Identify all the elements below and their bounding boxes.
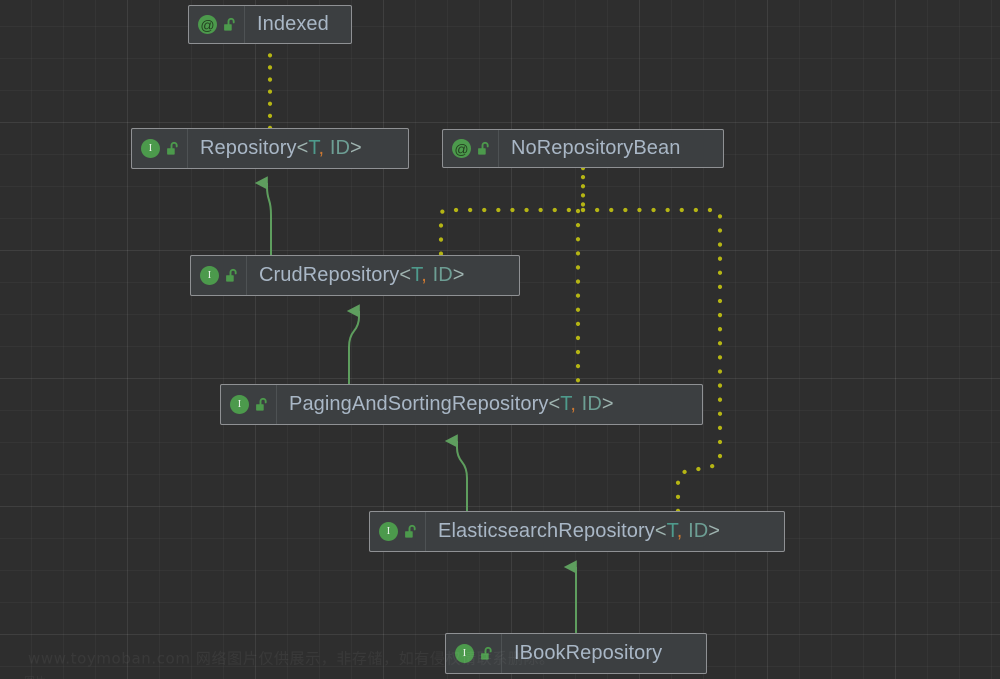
interface-icon: I (379, 522, 398, 541)
node-label-crudrepository: CrudRepository<T, ID> (259, 264, 465, 286)
unlocked-padlock-icon (167, 141, 178, 155)
watermark-text-secondary: 图片 (24, 673, 46, 679)
class-node-crudrepository[interactable]: I CrudRepository<T, ID> (190, 255, 520, 296)
interface-icon: I (230, 395, 249, 414)
unlocked-padlock-icon (478, 141, 489, 155)
node-icons-crudrepository: I (191, 256, 246, 295)
annotation-icon: @ (198, 15, 217, 34)
interface-icon: I (141, 139, 160, 158)
node-icons-elasticsearchrepository: I (370, 512, 425, 551)
interface-icon: I (200, 266, 219, 285)
uml-diagram-canvas[interactable]: @ Indexed I Repository<T, ID> @ NoReposi… (0, 0, 1000, 679)
watermark-text: www.toymoban.com 网络图片仅供展示，非存储，如有侵权请联系删除。 (28, 649, 555, 668)
unlocked-padlock-icon (256, 397, 267, 411)
edge-norepositorybean-crudrepository (438, 207, 586, 258)
edge-crudrepository-repository (254, 176, 272, 255)
node-icons-norepositorybean: @ (443, 130, 498, 167)
diagram-edges-layer (254, 41, 723, 633)
class-node-pagingandsortingrepository[interactable]: I PagingAndSortingRepository<T, ID> (220, 384, 703, 425)
class-node-repository[interactable]: I Repository<T, ID> (131, 128, 409, 169)
node-icons-pagingandsortingrepository: I (221, 385, 276, 424)
unlocked-padlock-icon (226, 268, 237, 282)
edge-elasticsearchrepository-pagingandsortingrepository (444, 434, 468, 511)
node-label-elasticsearchrepository: ElasticsearchRepository<T, ID> (438, 520, 721, 542)
node-label-norepositorybean: NoRepositoryBean (511, 137, 681, 159)
node-icons-repository: I (132, 129, 187, 168)
node-label-repository: Repository<T, ID> (200, 137, 362, 159)
unlocked-padlock-icon (405, 524, 416, 538)
class-node-indexed[interactable]: @ Indexed (188, 5, 352, 44)
class-node-elasticsearchrepository[interactable]: I ElasticsearchRepository<T, ID> (369, 511, 785, 552)
unlocked-padlock-icon (224, 17, 235, 31)
annotation-icon: @ (452, 139, 471, 158)
node-icons-indexed: @ (189, 6, 244, 43)
node-label-pagingandsortingrepository: PagingAndSortingRepository<T, ID> (289, 393, 614, 415)
node-label-indexed: Indexed (257, 13, 329, 35)
class-node-norepositorybean[interactable]: @ NoRepositoryBean (442, 129, 724, 168)
edge-norepositorybean-elasticsearchrepository (580, 207, 723, 514)
edge-pagingandsortingrepository-crudrepository (346, 304, 360, 384)
